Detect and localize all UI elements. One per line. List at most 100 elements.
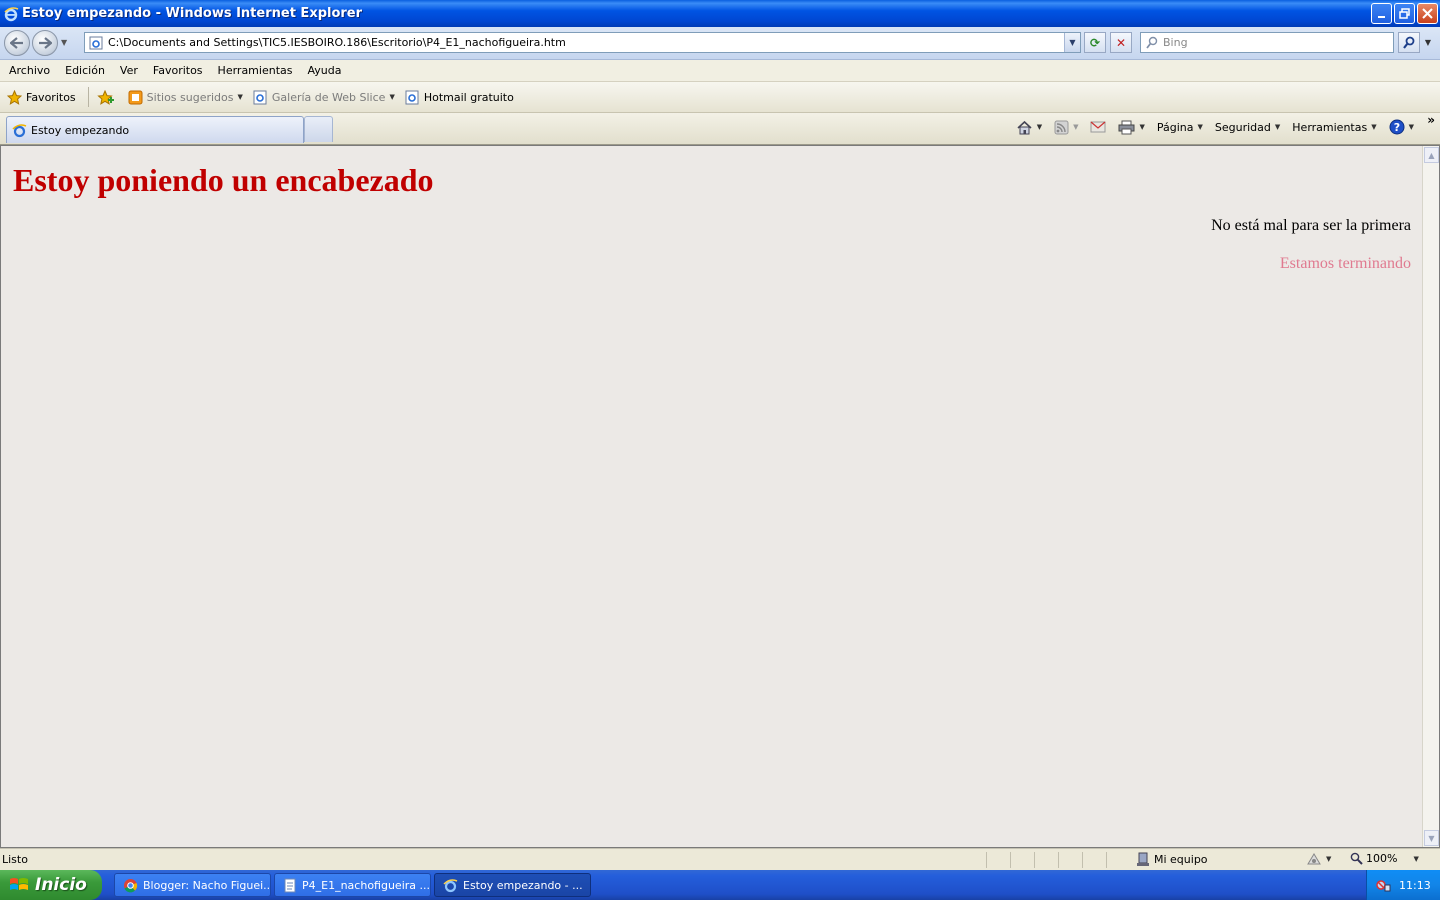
add-to-favorites-bar-button[interactable]: [96, 89, 118, 105]
tab-estoy-empezando[interactable]: Estoy empezando: [6, 116, 304, 143]
web-slice-gallery-item[interactable]: Galería de Web Slice ▼: [253, 90, 395, 105]
search-field[interactable]: Bing: [1140, 32, 1394, 53]
zoom-magnifier-icon: [1350, 852, 1363, 865]
chevron-down-icon: ▼: [1274, 123, 1281, 131]
taskbar-item-notepad[interactable]: P4_E1_nachofigueira ...: [274, 873, 431, 897]
scroll-down-arrow-icon[interactable]: ▼: [1424, 830, 1439, 846]
window-title-bar[interactable]: Estoy empezando - Windows Internet Explo…: [0, 0, 1440, 27]
hotmail-item[interactable]: Hotmail gratuito: [405, 90, 514, 105]
address-dropdown-icon[interactable]: ▼: [1064, 33, 1080, 52]
network-tray-icon[interactable]: [1375, 877, 1391, 893]
search-icon: [1146, 36, 1158, 49]
zoom-level-button[interactable]: 100% ▼: [1350, 852, 1419, 865]
chevron-down-icon: ▼: [237, 93, 243, 101]
protected-mode-button[interactable]: ▼: [1306, 852, 1331, 866]
suggested-sites-item[interactable]: Sitios sugeridos ▼: [128, 90, 243, 105]
menu-herramientas[interactable]: Herramientas: [218, 64, 293, 77]
taskbar-item-ie[interactable]: Estoy empezando - ...: [434, 873, 591, 897]
print-button[interactable]: ▼: [1118, 120, 1145, 135]
help-button[interactable]: ? ▼: [1389, 119, 1414, 135]
clock[interactable]: 11:13: [1399, 879, 1431, 892]
page-menu-button[interactable]: Página ▼: [1157, 121, 1203, 134]
suggested-sites-icon: [128, 90, 143, 105]
security-zone-label: Mi equipo: [1154, 853, 1208, 866]
back-button[interactable]: [4, 30, 30, 56]
page-menu-label: Página: [1156, 120, 1194, 134]
home-button[interactable]: ▼: [1016, 120, 1042, 135]
chevron-down-icon: ▼: [1073, 123, 1079, 131]
menu-archivo[interactable]: Archivo: [9, 64, 50, 77]
restore-button[interactable]: [1394, 3, 1415, 24]
taskbar-item-label: Blogger: Nacho Figuei...: [143, 878, 271, 892]
chevron-down-icon: ▼: [1371, 123, 1377, 131]
windows-logo-icon: [9, 876, 29, 894]
ie-page-icon: [405, 90, 420, 105]
close-button[interactable]: [1417, 3, 1438, 24]
minimize-button[interactable]: [1371, 3, 1392, 24]
favorites-button[interactable]: Favoritos: [7, 89, 76, 105]
hotmail-label: Hotmail gratuito: [423, 90, 514, 104]
chevron-down-icon: ▼: [1408, 123, 1414, 131]
favorites-separator: [87, 87, 89, 107]
search-options-dropdown-icon[interactable]: ▼: [1421, 32, 1435, 53]
new-tab-button[interactable]: [304, 116, 333, 142]
refresh-button[interactable]: ⟳: [1084, 32, 1106, 53]
taskbar-item-label: Estoy empezando - ...: [463, 878, 583, 892]
status-text: Listo: [2, 853, 28, 866]
home-icon: [1016, 120, 1033, 135]
protected-mode-icon: [1306, 852, 1322, 866]
chevron-down-icon: ▼: [1326, 855, 1332, 863]
more-commands-chevron-icon[interactable]: »: [1427, 113, 1435, 127]
magnifier-icon: [1403, 36, 1415, 49]
menu-edicion[interactable]: Edición: [65, 64, 105, 77]
ie-page-icon: [88, 35, 104, 51]
favorites-label: Favoritos: [26, 90, 76, 104]
menu-favoritos[interactable]: Favoritos: [153, 64, 203, 77]
forward-arrow-icon: [39, 37, 52, 49]
address-url[interactable]: C:\Documents and Settings\TIC5.IESBOIRO.…: [108, 36, 1064, 49]
read-mail-button[interactable]: [1090, 121, 1106, 133]
refresh-icon: ⟳: [1089, 35, 1101, 50]
print-icon: [1118, 120, 1135, 135]
chevron-down-icon: ▼: [1197, 123, 1203, 131]
menu-ayuda[interactable]: Ayuda: [307, 64, 341, 77]
back-arrow-icon: [10, 37, 23, 49]
page-content: Estoy poniendo un encabezado No está mal…: [0, 145, 1440, 848]
paragraph-second: Estamos terminando: [1279, 255, 1411, 272]
search-placeholder: Bing: [1163, 36, 1188, 49]
security-zone[interactable]: Mi equipo: [1136, 852, 1208, 867]
rss-feed-icon: [1054, 120, 1069, 135]
ie-logo-icon: [3, 6, 19, 22]
tab-bar: Estoy empezando ▼ ▼ ▼ Página ▼ Seguridad…: [0, 113, 1440, 145]
stop-icon: ✕: [1115, 35, 1127, 50]
computer-icon: [1136, 852, 1150, 867]
status-bar: Listo Mi equipo ▼ 100% ▼: [0, 848, 1440, 870]
favorites-star-icon: [7, 89, 22, 105]
menu-ver[interactable]: Ver: [120, 64, 138, 77]
help-icon: ?: [1389, 119, 1405, 135]
feeds-button[interactable]: ▼: [1054, 120, 1078, 135]
stop-button[interactable]: ✕: [1110, 32, 1132, 53]
ie-icon: [443, 878, 458, 893]
vertical-scrollbar[interactable]: ▲ ▼: [1422, 146, 1439, 847]
command-bar: ▼ ▼ ▼ Página ▼ Seguridad ▼ Herramientas …: [1004, 113, 1414, 141]
address-field[interactable]: C:\Documents and Settings\TIC5.IESBOIRO.…: [84, 32, 1081, 53]
security-menu-label: Seguridad: [1214, 120, 1271, 134]
tools-menu-button[interactable]: Herramientas ▼: [1292, 121, 1376, 134]
start-label: Inicio: [35, 875, 87, 895]
security-menu-button[interactable]: Seguridad ▼: [1215, 121, 1280, 134]
taskbar-item-blogger[interactable]: Blogger: Nacho Figuei...: [114, 873, 271, 897]
scroll-up-arrow-icon[interactable]: ▲: [1424, 147, 1439, 163]
paragraph-first: No está mal para ser la primera: [1211, 217, 1411, 234]
forward-button[interactable]: [32, 30, 58, 56]
recent-pages-dropdown-icon[interactable]: ▼: [61, 38, 67, 47]
page-heading: Estoy poniendo un encabezado: [13, 162, 434, 198]
add-favorite-icon: [96, 89, 114, 105]
minimize-icon: [1377, 15, 1385, 18]
chevron-down-icon: ▼: [389, 93, 395, 101]
start-button[interactable]: Inicio: [0, 870, 102, 900]
search-button[interactable]: [1398, 32, 1420, 53]
chrome-icon: [123, 878, 138, 893]
status-panels: [986, 852, 1130, 868]
close-icon: [1422, 8, 1433, 19]
